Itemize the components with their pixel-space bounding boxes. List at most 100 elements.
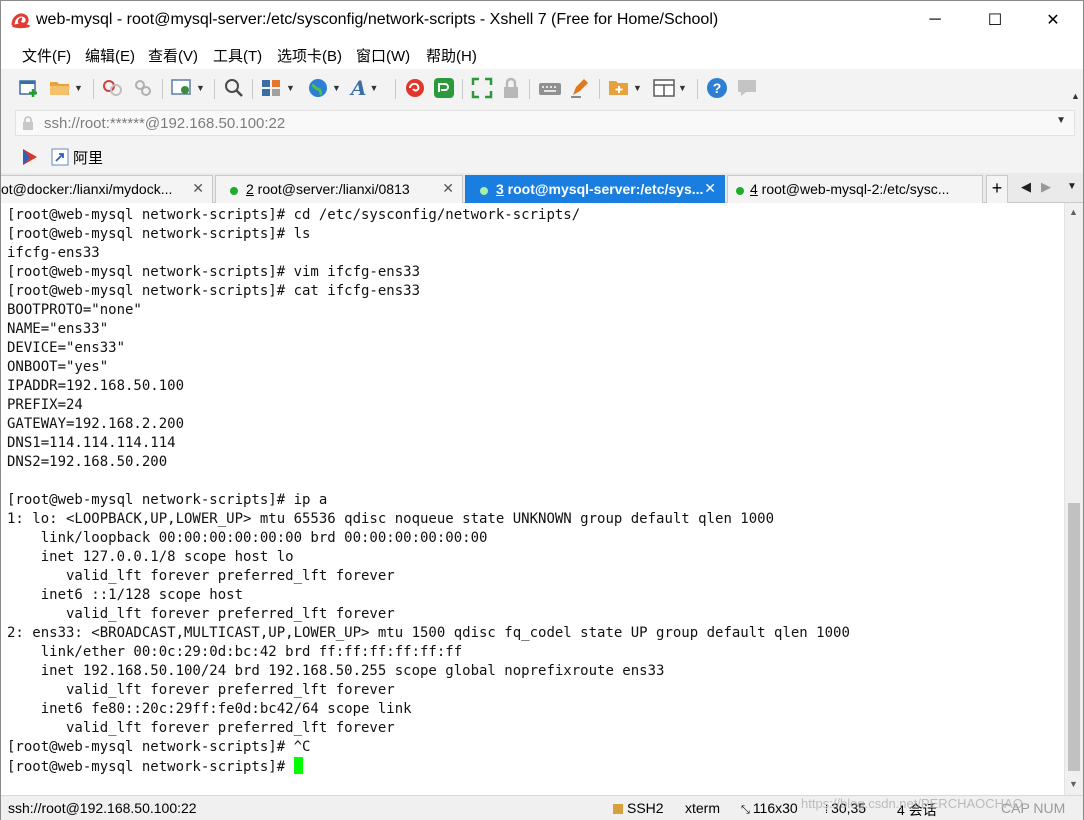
terminal-line: PREFIX=24 [7,397,83,413]
session-tab-3[interactable]: 3 root@mysql-server:/etc/sys... ✕ [465,175,725,203]
terminal-line: BOOTPROTO="none" [7,302,142,318]
reconnect-icon[interactable] [102,77,124,99]
session-tab-4[interactable]: 4 root@web-mysql-2:/etc/sysc... [727,175,983,203]
session-tab-1[interactable]: ot@docker:/lianxi/mydock... ✕ [1,175,213,203]
tab-scroll-right-icon[interactable]: ▶ [1041,179,1051,195]
status-size: ⤡ 116x30 [741,800,798,817]
scroll-down-arrow-icon[interactable]: ▼ [1069,779,1078,789]
tab-close-icon[interactable]: ✕ [442,180,454,197]
terminal-line: valid_lft forever preferred_lft forever [66,568,395,584]
toolbar-overflow-icon[interactable]: ▲ [1071,85,1080,107]
terminal-line: valid_lft forever preferred_lft forever [66,682,395,698]
shortcut-icon [51,148,69,166]
menu-tools[interactable]: 工具(T) [213,45,262,66]
help-icon[interactable]: ? [706,77,728,99]
terminal-line: inet6 ::1/128 scope host [40,587,244,603]
font-icon[interactable]: A ▼ [351,76,378,100]
terminal-line: [root@web-mysql network-scripts]# ip a [7,492,328,508]
menu-help[interactable]: 帮助(H) [426,45,477,66]
terminal-line: inet 192.168.50.100/24 brd 192.168.50.25… [40,663,665,679]
terminal-line: [root@web-mysql network-scripts]# cat if… [7,283,421,299]
toolbar-separator [697,79,698,99]
toolbar-separator [529,79,530,99]
tab-number: 4 [750,181,758,197]
tab-number: 2 [246,181,254,197]
resize-icon: ⤡ [741,804,750,816]
tab-close-icon[interactable]: ✕ [704,180,716,197]
chat-icon[interactable] [736,77,758,99]
terminal-line: DNS1=114.114.114.114 [7,435,176,451]
address-input[interactable]: ssh://root:******@192.168.50.100:22 [44,115,285,132]
lock-icon[interactable] [501,77,521,99]
quick-link-label: 阿里 [73,149,104,167]
quick-link-item[interactable]: 阿里 [51,146,103,168]
tab-list-dropdown-icon[interactable]: ▼ [1067,181,1077,192]
minimize-button[interactable]: ─ [905,1,965,39]
terminal-line: ONBOOT="yes" [7,359,109,375]
keyboard-icon[interactable] [538,77,562,99]
terminal-prompt: [root@web-mysql network-scripts]# [7,759,294,775]
terminal-line: valid_lft forever preferred_lft forever [66,606,395,622]
terminal-line: link/loopback 00:00:00:00:00:00 brd 00:0… [40,530,488,546]
close-window-button[interactable]: ✕ [1023,1,1083,39]
terminal-line: inet 127.0.0.1/8 scope host lo [40,549,294,565]
tab-scroll-left-icon[interactable]: ◀ [1021,179,1031,195]
menu-edit[interactable]: 编辑(E) [85,45,135,66]
status-protocol-label: SSH2 [627,800,664,816]
connected-status-icon [480,187,488,195]
address-lock-icon [23,116,33,130]
tab-label: root@server:/lianxi/0813 [253,181,410,197]
scrollbar-thumb[interactable] [1068,503,1080,771]
properties-icon[interactable]: ▼ [171,77,205,99]
toolbar-separator [395,79,396,99]
status-size-label: 116x30 [752,800,798,816]
title-bar[interactable]: web-mysql - root@mysql-server:/etc/sysco… [1,1,1083,39]
tab-number: 3 [496,181,504,197]
menu-file[interactable]: 文件(F) [22,45,71,66]
globe-icon[interactable]: ▼ [307,77,341,99]
bookmark-flag-icon[interactable] [21,146,39,168]
menu-view[interactable]: 查看(V) [148,45,198,66]
xmanager-icon[interactable] [433,77,455,99]
toolbar: ▼ ▼ ▼ ▼ A ▼ ▼ ▼ ? ▲ [1,69,1083,107]
terminal-line: link/ether 00:0c:29:0d:bc:42 brd ff:ff:f… [40,644,463,660]
open-folder-icon[interactable]: ▼ [49,77,83,99]
connected-status-icon [736,187,744,195]
status-protocol: SSH2 [613,800,664,816]
address-field-container[interactable]: ssh://root:******@192.168.50.100:22 ▼ [15,110,1075,136]
terminal-line: NAME="ens33" [7,321,109,337]
new-session-icon[interactable] [19,77,39,99]
scroll-up-arrow-icon[interactable]: ▲ [1069,207,1078,217]
maximize-button[interactable]: ☐ [965,1,1025,39]
new-tab-button[interactable]: + [986,175,1008,203]
terminal-line: [root@web-mysql network-scripts]# ls [7,226,311,242]
menu-tabs[interactable]: 选项卡(B) [277,45,342,66]
terminal-line: inet6 fe80::20c:29ff:fe0d:bc42/64 scope … [40,701,412,717]
svg-text:?: ? [713,80,722,96]
address-dropdown-icon[interactable]: ▼ [1056,115,1066,126]
tab-label: root@mysql-server:/etc/sys... [503,181,704,197]
fullscreen-icon[interactable] [471,77,493,99]
xftp-icon[interactable] [404,77,426,99]
watermark-text: https://blog.csdn.net/PERCHAOCHAO [801,796,1023,811]
new-folder-icon[interactable]: ▼ [608,77,642,99]
disconnect-icon[interactable] [133,77,153,99]
layout-icon[interactable]: ▼ [261,77,295,99]
terminal-line: IPADDR=192.168.50.100 [7,378,185,394]
tab-label: ot@docker:/lianxi/mydock... [1,181,173,197]
tab-label: root@web-mysql-2:/etc/sysc... [757,181,950,197]
tab-close-icon[interactable]: ✕ [192,180,204,197]
terminal-vertical-scrollbar[interactable]: ▲ ▼ [1064,203,1083,795]
menu-window[interactable]: 窗口(W) [356,45,410,66]
split-view-icon[interactable]: ▼ [653,77,687,99]
terminal-output: [root@web-mysql network-scripts]# cd /et… [7,206,850,777]
terminal-area[interactable]: [root@web-mysql network-scripts]# cd /et… [1,203,1064,795]
session-tab-2[interactable]: 2 root@server:/lianxi/0813 ✕ [215,175,463,203]
terminal-line: GATEWAY=192.168.2.200 [7,416,185,432]
find-icon[interactable] [223,77,245,99]
toolbar-separator [162,79,163,99]
menu-bar: 文件(F) 编辑(E) 查看(V) 工具(T) 选项卡(B) 窗口(W) 帮助(… [1,39,1083,69]
terminal-line: [root@web-mysql network-scripts]# cd /et… [7,207,581,223]
session-tab-bar: ot@docker:/lianxi/mydock... ✕ 2 root@ser… [1,173,1083,203]
highlight-pen-icon[interactable] [569,77,591,99]
